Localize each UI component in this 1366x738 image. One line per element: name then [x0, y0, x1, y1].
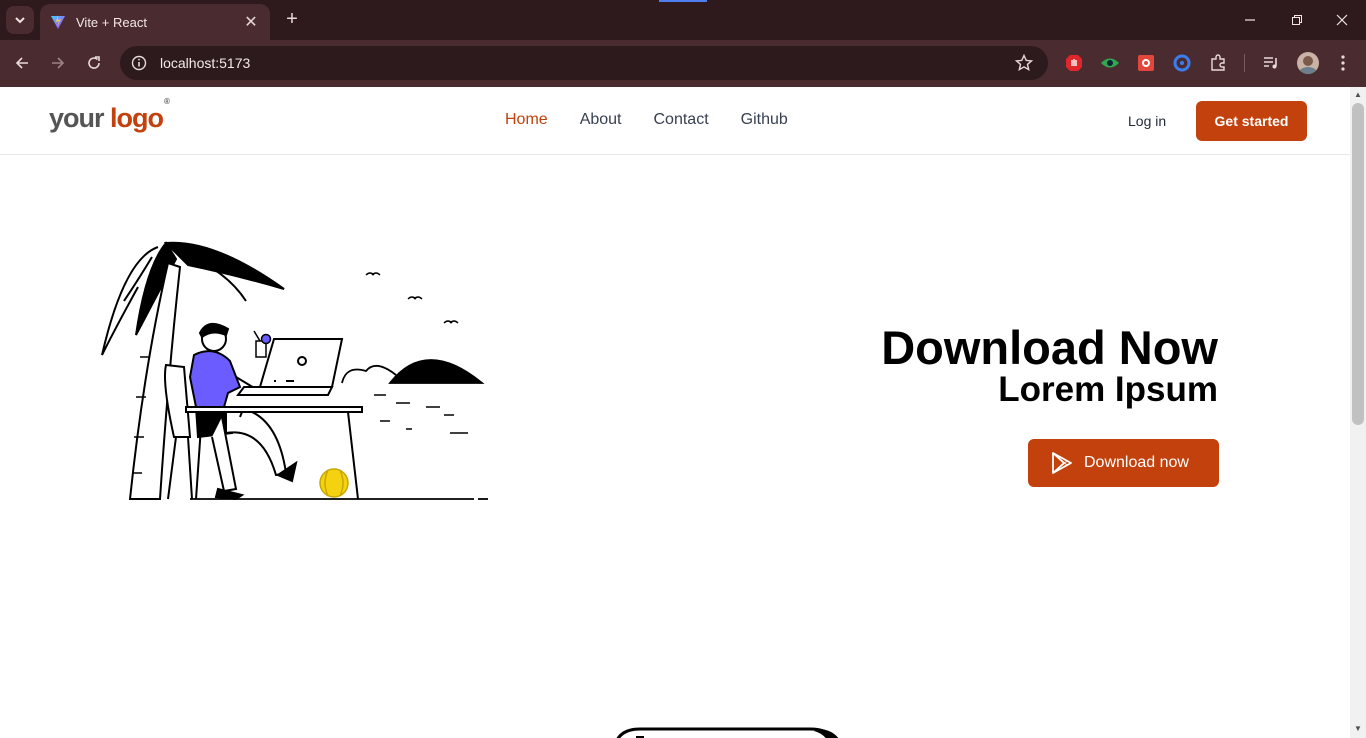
nav-about[interactable]: About [580, 111, 622, 129]
page-scrollbar[interactable]: ▲ ▼ [1350, 87, 1366, 738]
url-text[interactable]: localhost:5173 [160, 55, 1014, 71]
extensions-puzzle-icon[interactable] [1207, 52, 1229, 74]
chair [164, 363, 193, 500]
close-icon [1336, 14, 1348, 26]
page-viewport: your logo® Home About Contact Github Log… [0, 87, 1350, 738]
next-section-illustration [616, 727, 839, 738]
toolbar-separator [1244, 54, 1245, 72]
logo-main-text: your [49, 103, 105, 133]
download-now-button[interactable]: Download now [1028, 439, 1219, 487]
chevron-down-icon [15, 17, 25, 24]
scroll-thumb[interactable] [1352, 103, 1364, 425]
browser-chrome: Vite + React ✕ + localhost:5173 [0, 0, 1366, 87]
scroll-up-arrow[interactable]: ▲ [1354, 91, 1362, 99]
restore-icon [1292, 15, 1302, 25]
reload-icon [88, 56, 100, 69]
site-header: your logo® Home About Contact Github Log… [0, 87, 1350, 155]
hero-illustration [101, 241, 488, 501]
login-link[interactable]: Log in [1128, 113, 1166, 129]
nav-contact[interactable]: Contact [654, 111, 709, 129]
beach-ball [319, 468, 349, 498]
nav-github[interactable]: Github [741, 111, 788, 129]
back-button[interactable] [10, 51, 34, 75]
logo-registered-mark: ® [164, 97, 170, 106]
refresh-extension-icon[interactable] [1171, 52, 1193, 74]
tab-strip: Vite + React ✕ + [0, 0, 1366, 40]
eye-extension-icon[interactable] [1099, 52, 1121, 74]
tab-title: Vite + React [76, 14, 147, 30]
tab-indicator [659, 0, 707, 2]
adblock-extension-icon[interactable] [1063, 52, 1085, 74]
site-logo[interactable]: your logo® [49, 97, 170, 134]
media-control-icon[interactable] [1260, 52, 1282, 74]
scroll-down-arrow[interactable]: ▼ [1354, 725, 1362, 733]
hero-subtitle: Lorem Ipsum [998, 370, 1218, 409]
browser-menu-icon[interactable] [1332, 52, 1354, 74]
bookmark-star-icon[interactable] [1014, 53, 1034, 73]
arrow-left-icon [15, 57, 28, 69]
get-started-button[interactable]: Get started [1196, 101, 1307, 141]
laptop [236, 338, 344, 396]
tab-search-button[interactable] [6, 6, 34, 34]
screenshot-extension-icon[interactable] [1135, 52, 1157, 74]
arrow-right-icon [52, 57, 65, 69]
new-tab-button[interactable]: + [280, 8, 304, 32]
tab-close-icon[interactable]: ✕ [242, 12, 260, 32]
restore-button[interactable] [1285, 8, 1309, 32]
play-store-icon [1052, 452, 1072, 474]
drink [253, 330, 272, 358]
browser-toolbar: localhost:5173 [0, 40, 1366, 87]
profile-avatar[interactable] [1297, 52, 1319, 74]
forward-button[interactable] [46, 51, 70, 75]
logo-accent-text: logo [110, 103, 164, 133]
minimize-button[interactable] [1238, 8, 1262, 32]
close-window-button[interactable] [1330, 8, 1354, 32]
browser-tab[interactable]: Vite + React ✕ [40, 4, 270, 40]
nav-home[interactable]: Home [505, 111, 548, 129]
download-now-label: Download now [1084, 454, 1189, 471]
hero-title: Download Now [881, 321, 1218, 374]
address-bar[interactable]: localhost:5173 [120, 46, 1048, 80]
main-nav: Home About Contact Github [505, 111, 788, 129]
site-info-icon[interactable] [130, 54, 148, 72]
minimize-icon [1245, 19, 1255, 21]
reload-button[interactable] [82, 51, 106, 75]
vite-icon [51, 15, 65, 29]
